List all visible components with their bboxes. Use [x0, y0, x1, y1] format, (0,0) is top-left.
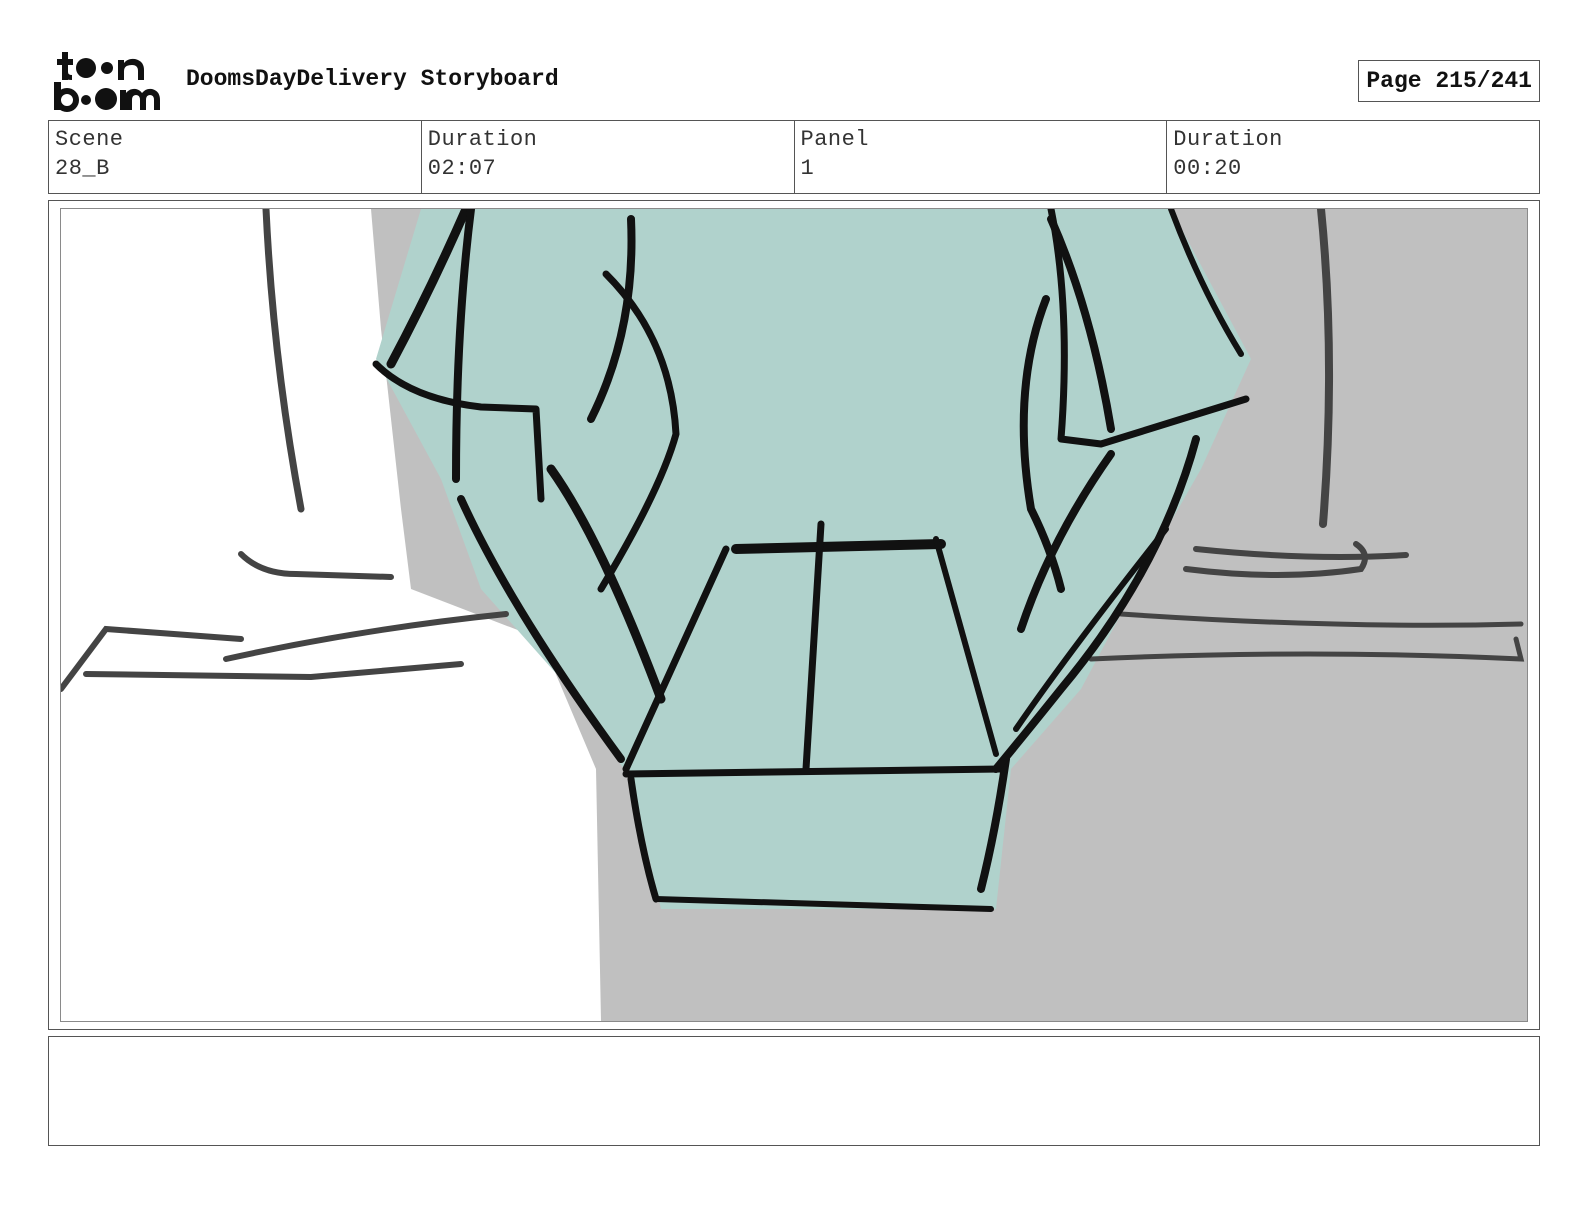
page-number: Page 215/241	[1358, 60, 1540, 102]
document-title: DoomsDayDelivery Storyboard	[186, 66, 559, 92]
scene-label: Scene	[55, 127, 124, 152]
page-header: DoomsDayDelivery Storyboard Page 215/241	[48, 40, 1540, 112]
sketch-drawing-icon	[61, 209, 1527, 1021]
scene-duration-label: Duration	[427, 127, 538, 152]
panel-value: 1	[800, 156, 815, 181]
storyboard-panel-frame	[48, 200, 1540, 1030]
panel-duration-cell: Duration 00:20	[1167, 121, 1539, 193]
panel-duration-label: Duration	[1173, 127, 1283, 152]
scene-value: 28_B	[55, 156, 110, 181]
scene-duration-value: 02:07	[427, 156, 497, 181]
toonboom-logo	[52, 50, 164, 112]
scene-cell: Scene 28_B	[49, 121, 422, 193]
panel-cell: Panel 1	[795, 121, 1168, 193]
scene-duration-cell: Duration 02:07	[422, 121, 795, 193]
toonboom-logo-icon	[54, 52, 160, 112]
scene-info-table: Scene 28_B Duration 02:07 Panel 1 Durati…	[48, 120, 1540, 194]
storyboard-panel-image	[60, 208, 1528, 1022]
panel-label: Panel	[800, 127, 870, 152]
panel-duration-value: 00:20	[1173, 156, 1242, 181]
panel-notes-box	[48, 1036, 1540, 1146]
